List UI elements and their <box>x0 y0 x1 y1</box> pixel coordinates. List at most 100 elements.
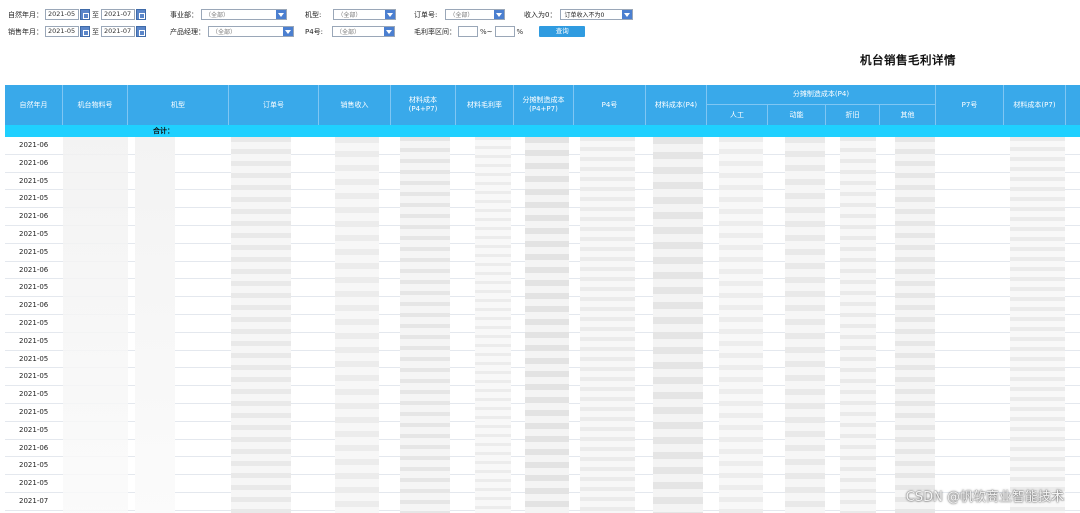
redacted-column <box>840 137 876 513</box>
calendar-icon[interactable] <box>80 26 90 37</box>
pm-select[interactable]: （全部） <box>208 26 294 37</box>
filter-model: 机型: （全部） <box>305 9 397 20</box>
col-header-alloc-cost-p4p7[interactable]: 分摊制造成本 (P4+P7) <box>514 85 574 125</box>
row-self-ym: 2021-05 <box>19 336 49 345</box>
self-ym-to-input[interactable]: 2021-07 <box>101 9 135 20</box>
col-header-self-ym[interactable]: 自然年月 <box>5 85 63 125</box>
model-select[interactable]: （全部） <box>333 9 397 20</box>
table-header: 自然年月 机台物料号 机型 订单号 销售收入 材料成本 (P4+P7) 材料毛利… <box>5 85 1080 125</box>
dept-select-value: （全部） <box>205 12 230 19</box>
row-self-ym: 2021-05 <box>19 479 49 488</box>
redacted-column <box>525 137 569 513</box>
row-self-ym: 2021-05 <box>19 425 49 434</box>
col-header-alloc-cost-p4: 分摊制造成本(P4) <box>707 85 936 105</box>
col-header-mat-margin[interactable]: 材料毛利率 <box>456 85 514 125</box>
calendar-icon[interactable] <box>80 9 90 20</box>
row-self-ym: 2021-07 <box>19 496 49 505</box>
redacted-column <box>475 137 511 513</box>
self-ym-from-input[interactable]: 2021-05 <box>45 9 79 20</box>
redacted-column <box>895 137 935 513</box>
redacted-column <box>719 137 763 513</box>
order-select[interactable]: （全部） <box>445 9 506 20</box>
row-self-ym: 2021-06 <box>19 141 49 149</box>
filter-self-ym: 自然年月： 2021-05 至 2021-07 <box>8 9 146 20</box>
detail-table: 自然年月 机台物料号 机型 订单号 销售收入 材料成本 (P4+P7) 材料毛利… <box>5 85 1080 513</box>
watermark: CSDN @帆软商业智能技术 <box>905 490 1064 505</box>
col-header-depreciation[interactable]: 折旧 <box>826 105 880 125</box>
redacted-column <box>135 137 175 513</box>
row-self-ym: 2021-05 <box>19 461 49 470</box>
margin-label: 毛利率区间： <box>414 27 456 36</box>
pct-range-separator: %~ <box>480 27 493 36</box>
margin-min-input[interactable] <box>458 26 478 37</box>
total-label: 合计： <box>153 127 174 135</box>
chevron-down-icon[interactable] <box>622 10 633 19</box>
income-select[interactable]: 订单收入不为0 <box>560 9 634 20</box>
col-header-mat-cost-p4p7[interactable]: 材料成本 (P4+P7) <box>391 85 456 125</box>
chevron-down-icon[interactable] <box>276 10 286 19</box>
col-header-model[interactable]: 机型 <box>128 85 229 125</box>
col-header-p4-no[interactable]: P4号 <box>574 85 646 125</box>
filter-dept: 事业部： （全部） <box>170 9 287 20</box>
order-label: 订单号: <box>414 10 438 19</box>
filter-margin: 毛利率区间： %~ % 查询 <box>414 26 586 37</box>
model-label: 机型: <box>305 10 322 19</box>
row-self-ym: 2021-05 <box>19 354 49 363</box>
redacted-column <box>785 137 825 513</box>
query-button[interactable]: 查询 <box>539 26 586 37</box>
row-self-ym: 2021-06 <box>19 265 49 274</box>
row-self-ym: 2021-05 <box>19 176 49 185</box>
chevron-down-icon[interactable] <box>385 10 396 19</box>
range-separator: 至 <box>92 10 99 19</box>
redacted-column <box>1010 137 1065 513</box>
row-self-ym: 2021-05 <box>19 283 49 292</box>
sales-ym-from-input[interactable]: 2021-05 <box>45 26 79 37</box>
col-header-energy[interactable]: 动能 <box>768 105 826 125</box>
chevron-down-icon[interactable] <box>384 27 395 36</box>
row-self-ym: 2021-05 <box>19 407 49 416</box>
row-self-ym: 2021-06 <box>19 443 49 452</box>
chevron-down-icon[interactable] <box>494 10 505 19</box>
col-header-sales[interactable]: 销售收入 <box>319 85 391 125</box>
pct-unit: % <box>516 27 524 36</box>
filter-income: 收入为0： 订单收入不为0 <box>524 9 634 20</box>
filter-pm: 产品经理： （全部） <box>170 26 294 37</box>
col-header-mat-cost-p4[interactable]: 材料成本(P4) <box>646 85 707 125</box>
filter-p4: P4号: （全部） <box>305 26 396 37</box>
dept-select[interactable]: （全部） <box>201 9 287 20</box>
col-header-material-no[interactable]: 机台物料号 <box>63 85 128 125</box>
income-label: 收入为0： <box>524 10 557 19</box>
dept-label: 事业部： <box>170 10 198 19</box>
filter-sales-ym: 销售年月： 2021-05 至 2021-07 <box>8 26 146 37</box>
row-self-ym: 2021-05 <box>19 247 49 256</box>
chevron-down-icon[interactable] <box>283 27 293 36</box>
col-header-order-no[interactable]: 订单号 <box>229 85 319 125</box>
redacted-column <box>63 137 128 513</box>
redacted-column <box>400 137 450 513</box>
sales-ym-label: 销售年月： <box>8 27 43 36</box>
redacted-column <box>231 137 291 513</box>
calendar-icon[interactable] <box>136 9 146 20</box>
col-header-p7-no[interactable]: P7号 <box>936 85 1004 125</box>
margin-max-input[interactable] <box>494 26 515 37</box>
row-self-ym: 2021-06 <box>19 301 49 310</box>
redacted-column <box>580 137 635 513</box>
report-title: 机台销售毛利详情 <box>860 53 956 67</box>
col-header-labor[interactable]: 人工 <box>707 105 768 125</box>
income-select-value: 订单收入不为0 <box>564 12 605 19</box>
p4-select[interactable]: （全部） <box>332 26 396 37</box>
redacted-column <box>653 137 703 513</box>
range-separator: 至 <box>92 27 99 36</box>
row-self-ym: 2021-05 <box>19 372 49 381</box>
filter-order: 订单号: （全部） <box>414 9 506 20</box>
p4-label: P4号: <box>305 27 324 36</box>
self-ym-label: 自然年月： <box>8 10 43 19</box>
row-self-ym: 2021-05 <box>19 229 49 238</box>
col-header-mat-cost-p7[interactable]: 材料成本(P7) <box>1004 85 1066 125</box>
col-header-other[interactable]: 其他 <box>880 105 936 125</box>
row-self-ym: 2021-05 <box>19 194 49 203</box>
order-select-value: （全部） <box>449 12 474 19</box>
calendar-icon[interactable] <box>136 26 146 37</box>
sales-ym-to-input[interactable]: 2021-07 <box>101 26 135 37</box>
pm-select-value: （全部） <box>212 29 237 36</box>
